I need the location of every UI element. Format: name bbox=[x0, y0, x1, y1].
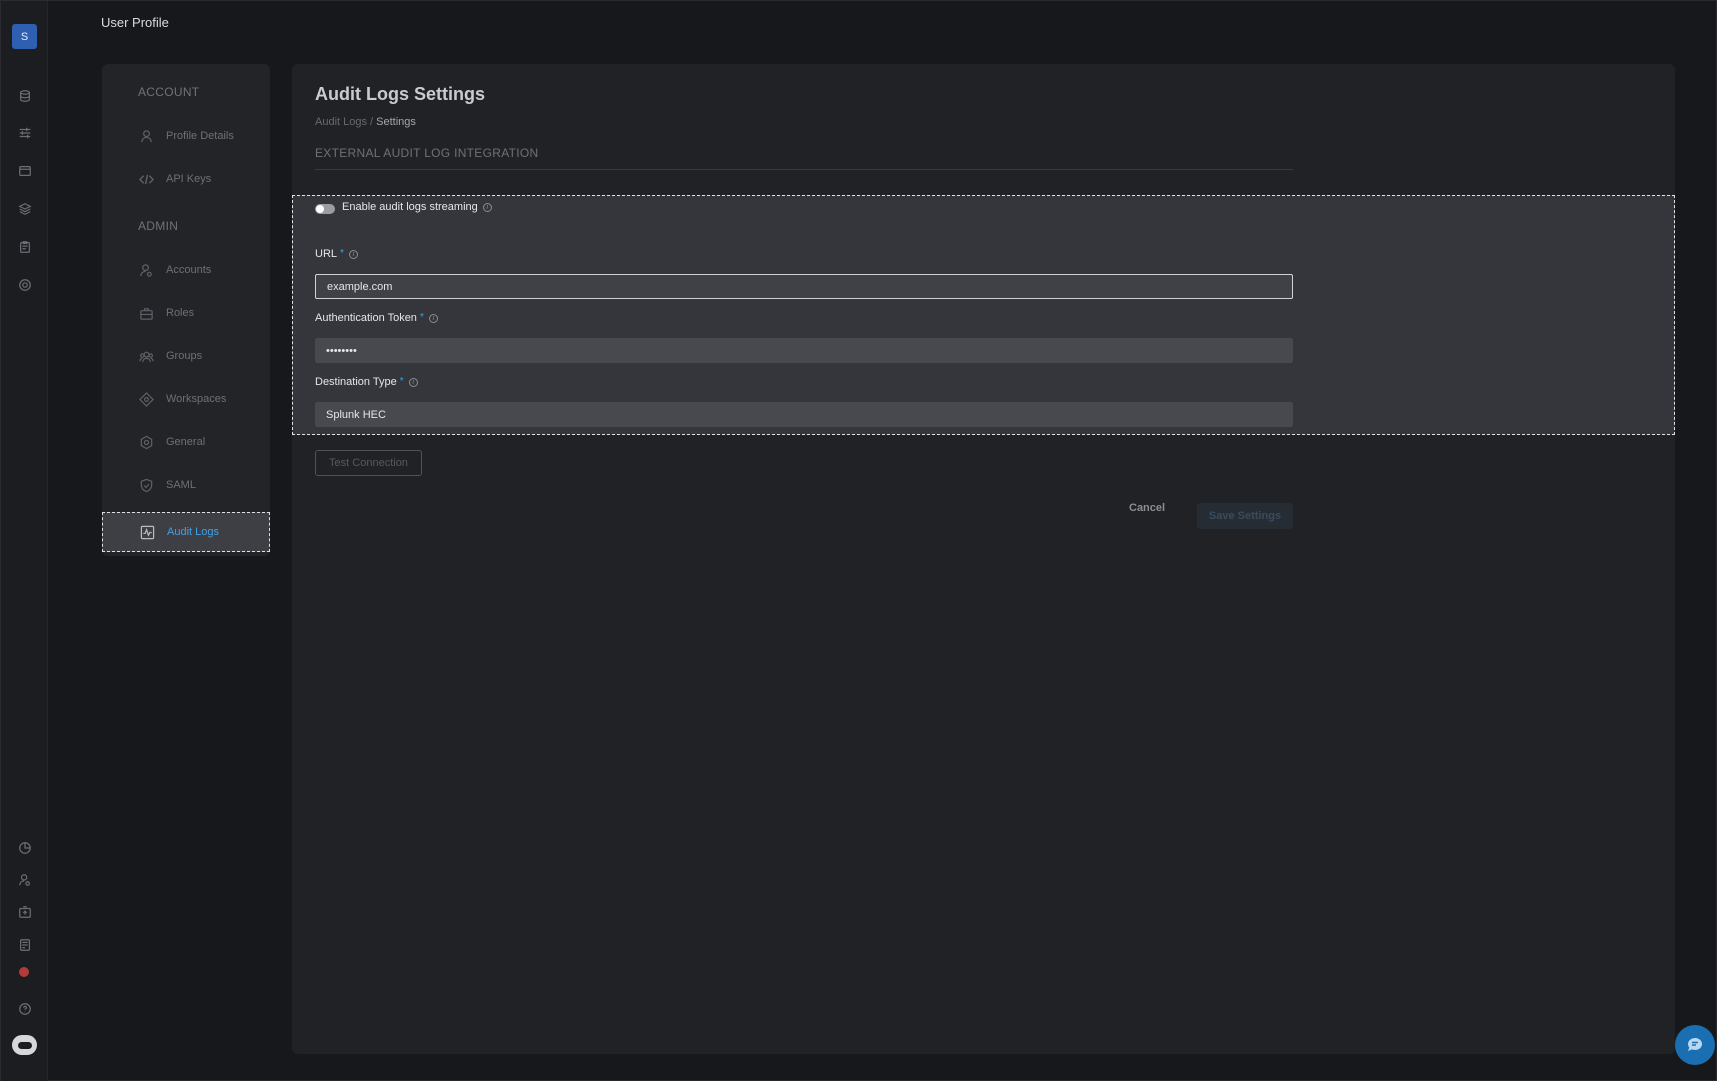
nav-item-audit-logs[interactable]: Audit Logs bbox=[102, 512, 270, 552]
notification-icon[interactable] bbox=[19, 967, 29, 977]
nav-item-groups[interactable]: Groups bbox=[102, 336, 270, 376]
app-window: S User Profile ACCOUNT Profile Details A… bbox=[0, 0, 1717, 1081]
breadcrumb: Audit Logs / Settings bbox=[315, 116, 416, 128]
window-icon[interactable] bbox=[16, 162, 33, 179]
breadcrumb-separator: / bbox=[370, 116, 374, 128]
nav-item-label: Profile Details bbox=[166, 130, 234, 142]
toggle-label-text: Enable audit logs streaming bbox=[342, 201, 478, 213]
page-title: Audit Logs Settings bbox=[315, 84, 485, 104]
diamond-icon bbox=[138, 391, 154, 407]
streaming-toggle[interactable] bbox=[315, 204, 335, 214]
nav-item-roles[interactable]: Roles bbox=[102, 293, 270, 333]
briefcase-icon bbox=[138, 305, 154, 321]
help-icon[interactable] bbox=[16, 1000, 33, 1017]
nav-item-api-keys[interactable]: API Keys bbox=[102, 159, 270, 199]
code-icon bbox=[138, 171, 154, 187]
settings-icon bbox=[138, 434, 154, 450]
upload-box-icon[interactable] bbox=[16, 903, 33, 920]
nav-item-label: Audit Logs bbox=[167, 526, 219, 538]
nav-item-workspaces[interactable]: Workspaces bbox=[102, 379, 270, 419]
nav-item-label: Workspaces bbox=[166, 393, 227, 405]
users-icon bbox=[138, 262, 154, 278]
info-icon[interactable]: i bbox=[348, 249, 358, 259]
url-input[interactable]: example.com bbox=[315, 274, 1293, 299]
integration-form: Enable audit logs streaming i URL * i examp… bbox=[292, 195, 1675, 435]
nav-item-general[interactable]: General bbox=[102, 422, 270, 462]
nav-section-account: ACCOUNT bbox=[138, 85, 200, 99]
nav-item-label: API Keys bbox=[166, 173, 212, 185]
avatar[interactable]: S bbox=[12, 24, 37, 49]
breadcrumb-parent[interactable]: Audit Logs bbox=[315, 116, 367, 128]
required-mark: * bbox=[419, 312, 424, 323]
bot-icon[interactable] bbox=[12, 1035, 37, 1055]
token-input[interactable]: •••••••• bbox=[315, 338, 1293, 363]
token-label: Authentication Token * i bbox=[315, 312, 438, 324]
cancel-button[interactable]: Cancel bbox=[1129, 502, 1165, 514]
token-label-text: Authentication Token bbox=[315, 312, 417, 324]
breadcrumb-current: Settings bbox=[376, 116, 416, 128]
info-icon[interactable]: i bbox=[482, 202, 492, 212]
clipboard-icon[interactable] bbox=[16, 238, 33, 255]
shield-icon bbox=[138, 477, 154, 493]
pie-chart-icon[interactable] bbox=[16, 839, 33, 856]
icon-rail: S bbox=[1, 1, 48, 1081]
nav-item-label: General bbox=[166, 436, 206, 448]
nav-item-label: Accounts bbox=[166, 264, 212, 276]
server-icon[interactable] bbox=[16, 936, 33, 953]
group-icon bbox=[138, 348, 154, 364]
nav-item-label: SAML bbox=[166, 479, 196, 491]
database-icon[interactable] bbox=[16, 87, 33, 104]
page-header: User Profile bbox=[101, 15, 169, 30]
destination-label: Destination Type * i bbox=[315, 376, 418, 388]
test-connection-button[interactable]: Test Connection bbox=[315, 450, 422, 476]
required-mark: * bbox=[340, 248, 344, 259]
section-title: EXTERNAL AUDIT LOG INTEGRATION bbox=[315, 146, 539, 160]
settings-nav: ACCOUNT Profile Details API Keys ADMIN A… bbox=[102, 64, 270, 556]
nav-item-profile-details[interactable]: Profile Details bbox=[102, 116, 270, 156]
nav-section-admin: ADMIN bbox=[138, 219, 179, 233]
streaming-toggle-label: Enable audit logs streaming i bbox=[342, 201, 492, 213]
chat-icon[interactable] bbox=[1675, 1025, 1715, 1065]
nav-item-saml[interactable]: SAML bbox=[102, 465, 270, 505]
nav-item-accounts[interactable]: Accounts bbox=[102, 250, 270, 290]
required-mark: * bbox=[399, 376, 404, 387]
url-label: URL * i bbox=[315, 248, 358, 260]
user-settings-icon[interactable] bbox=[16, 871, 33, 888]
section-divider bbox=[315, 169, 1293, 170]
nav-item-label: Roles bbox=[166, 307, 195, 319]
target-icon[interactable] bbox=[16, 276, 33, 293]
sliders-icon[interactable] bbox=[16, 124, 33, 141]
destination-select[interactable]: Splunk HEC bbox=[315, 402, 1293, 427]
activity-icon bbox=[139, 524, 155, 540]
info-icon[interactable]: i bbox=[408, 377, 418, 387]
url-label-text: URL bbox=[315, 248, 338, 260]
main-panel: Audit Logs Settings Audit Logs / Setting… bbox=[292, 64, 1675, 1054]
layers-icon[interactable] bbox=[16, 200, 33, 217]
save-settings-button[interactable]: Save Settings bbox=[1197, 503, 1293, 529]
info-icon[interactable]: i bbox=[428, 313, 438, 323]
destination-label-text: Destination Type bbox=[315, 376, 397, 388]
user-icon bbox=[138, 128, 154, 144]
nav-item-label: Groups bbox=[166, 350, 203, 362]
